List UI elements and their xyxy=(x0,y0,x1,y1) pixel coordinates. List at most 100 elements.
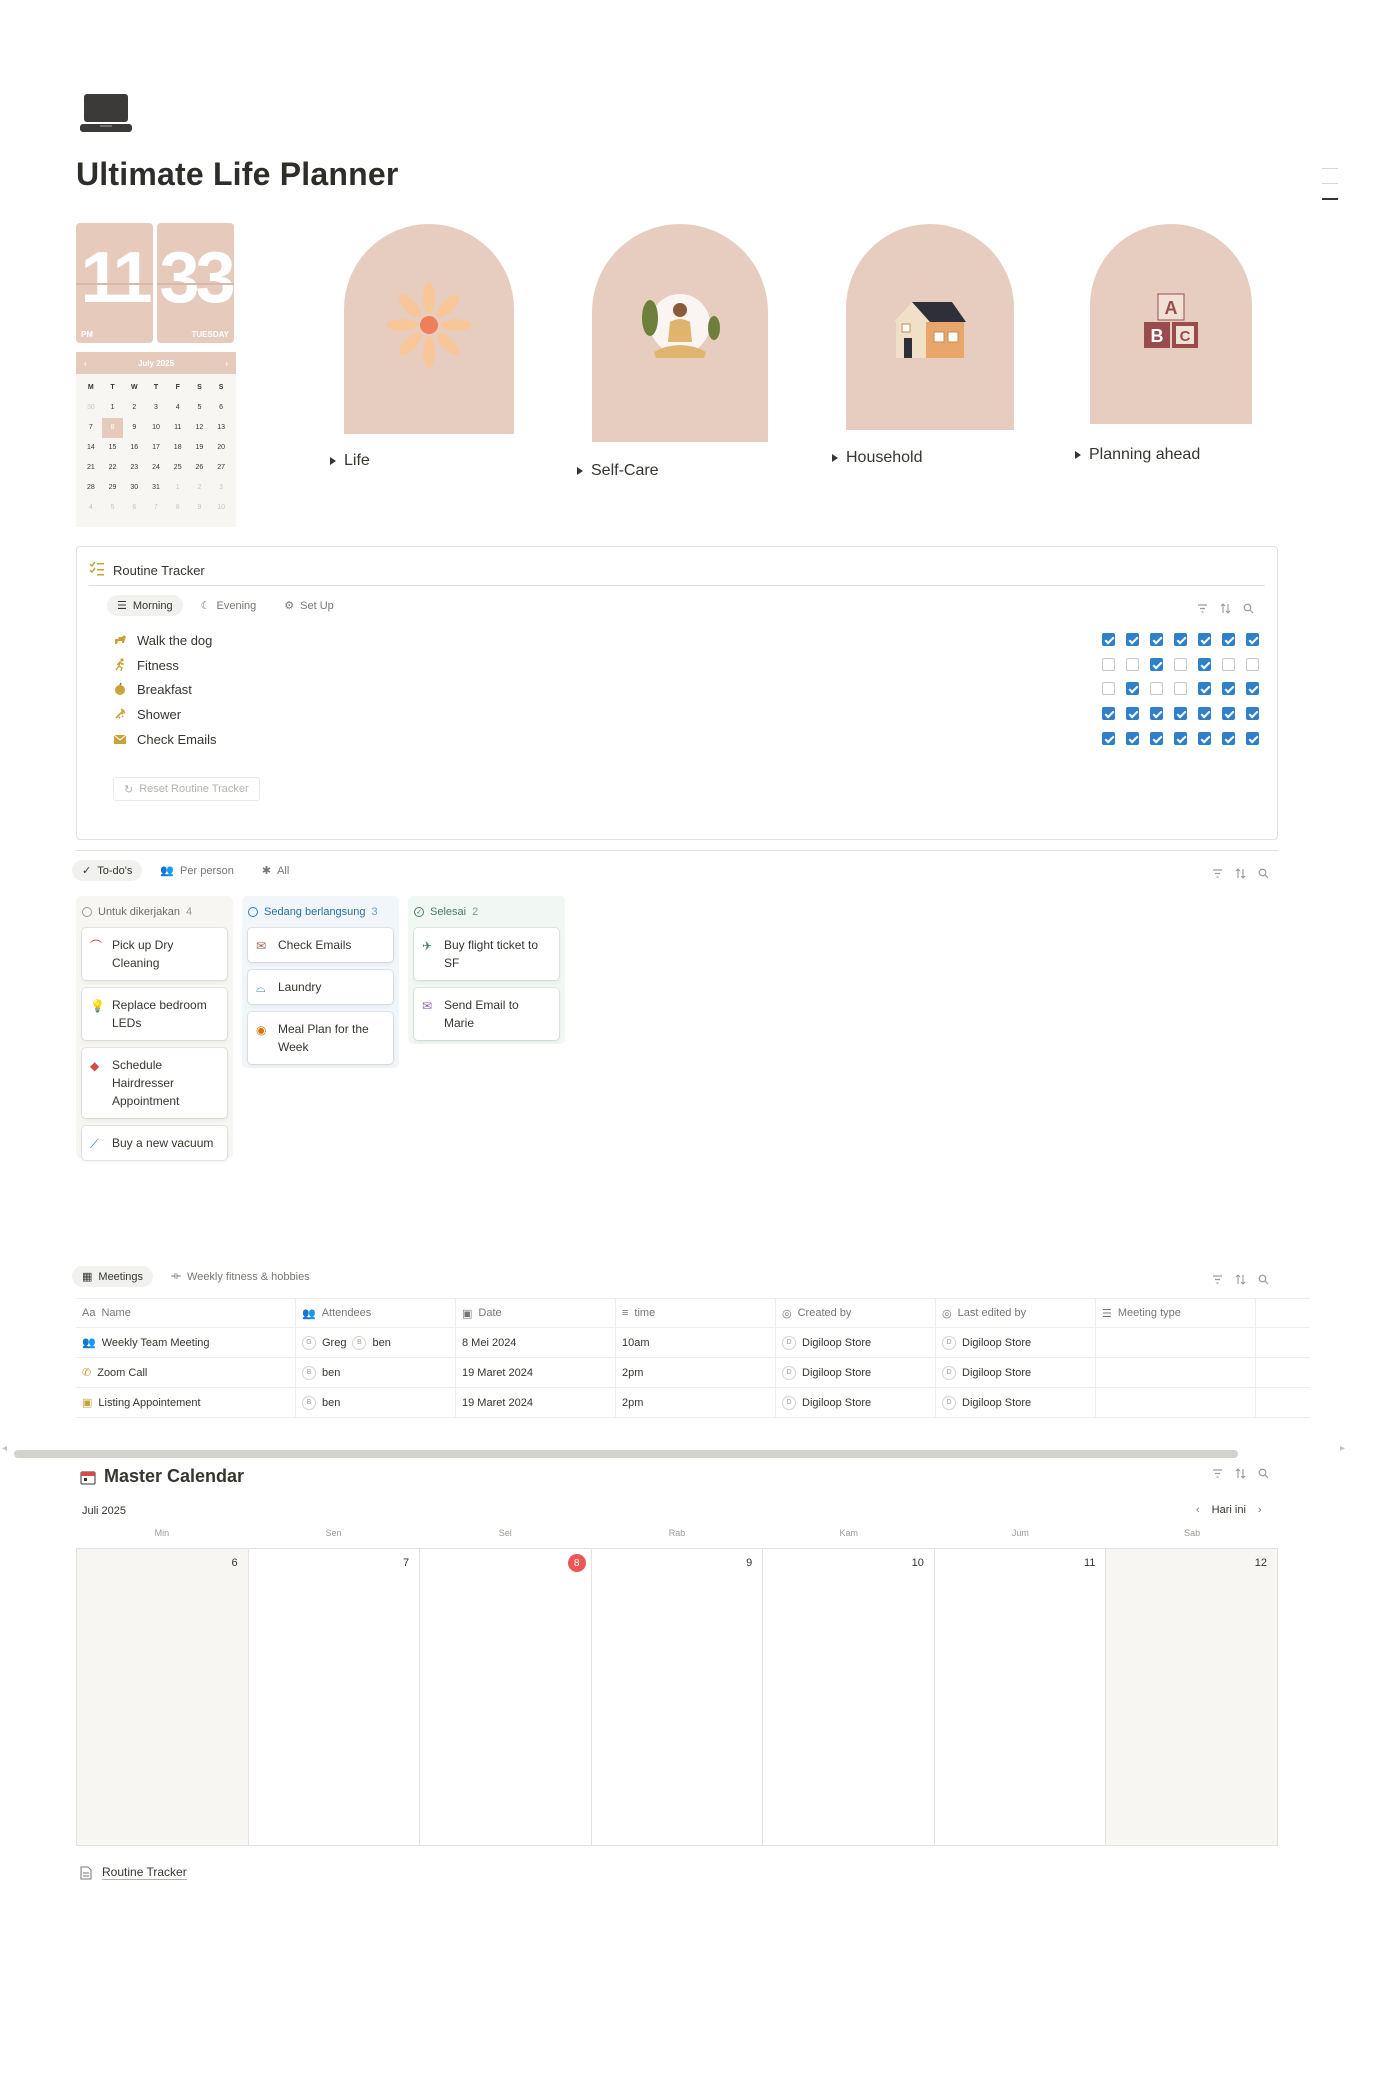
routine-checkbox[interactable] xyxy=(1198,633,1211,646)
planning-ahead-card[interactable]: A B C xyxy=(1090,224,1252,424)
routine-checkbox[interactable] xyxy=(1126,707,1139,720)
routine-checkbox[interactable] xyxy=(1102,658,1115,671)
routine-checkbox[interactable] xyxy=(1150,732,1163,745)
tab-weekly-fitness[interactable]: ⟛ Weekly fitness & hobbies xyxy=(161,1266,320,1287)
minical-day[interactable]: 28 xyxy=(80,478,102,498)
minical-day[interactable]: 17 xyxy=(145,438,167,458)
routine-checkbox[interactable] xyxy=(1246,658,1259,671)
todo-card[interactable]: ✈ Buy flight ticket to SF xyxy=(414,928,559,980)
routine-row[interactable]: Breakfast xyxy=(113,679,192,699)
routine-checkbox[interactable] xyxy=(1150,707,1163,720)
minical-day[interactable]: 8 xyxy=(167,498,189,518)
minical-day[interactable]: 22 xyxy=(102,458,124,478)
self-care-card[interactable] xyxy=(592,224,768,442)
section-toggle-self-care[interactable]: Self-Care xyxy=(577,462,659,480)
minical-day[interactable]: 30 xyxy=(123,478,145,498)
minical-day[interactable]: 19 xyxy=(189,438,211,458)
minical-day[interactable]: 3 xyxy=(145,398,167,418)
tab-set-up[interactable]: ⚙ Set Up xyxy=(274,595,344,616)
horizontal-scrollbar[interactable] xyxy=(14,1450,1238,1458)
routine-row[interactable]: Fitness xyxy=(113,655,179,675)
routine-checkbox[interactable] xyxy=(1222,682,1235,695)
routine-checkbox[interactable] xyxy=(1174,682,1187,695)
sort-icon[interactable] xyxy=(1235,1468,1246,1479)
todo-card[interactable]: ✉ Send Email to Marie xyxy=(414,988,559,1040)
minical-day[interactable]: 10 xyxy=(210,498,232,518)
minical-day[interactable]: 21 xyxy=(80,458,102,478)
search-icon[interactable] xyxy=(1243,603,1254,614)
life-card[interactable] xyxy=(344,224,514,434)
search-icon[interactable] xyxy=(1258,868,1269,879)
minical-day[interactable]: 6 xyxy=(123,498,145,518)
routine-checkbox[interactable] xyxy=(1174,732,1187,745)
todo-card[interactable]: ◉ Meal Plan for the Week xyxy=(248,1012,393,1064)
minical-day[interactable]: 7 xyxy=(80,418,102,438)
sort-icon[interactable] xyxy=(1235,1274,1246,1285)
table-row[interactable]: ▣ Listing Appointement Bben 19 Maret 2024… xyxy=(76,1388,1310,1418)
routine-checkbox[interactable] xyxy=(1222,658,1235,671)
chevron-right-icon[interactable]: › xyxy=(1258,1504,1262,1516)
minical-day[interactable]: 9 xyxy=(189,498,211,518)
column-header-date[interactable]: ▣ Date xyxy=(456,1299,616,1327)
table-row[interactable]: ✆ Zoom Call Bben 19 Maret 2024 2pm D Digil… xyxy=(76,1358,1310,1388)
routine-checkbox[interactable] xyxy=(1126,633,1139,646)
minical-day[interactable]: 26 xyxy=(189,458,211,478)
routine-checkbox[interactable] xyxy=(1246,633,1259,646)
minical-day[interactable]: 23 xyxy=(123,458,145,478)
minical-day[interactable]: 12 xyxy=(189,418,211,438)
calendar-day[interactable]: 7 xyxy=(248,1549,421,1846)
minical-day[interactable]: 16 xyxy=(123,438,145,458)
calendar-day-today[interactable]: 8 xyxy=(420,1549,592,1846)
routine-checkbox[interactable] xyxy=(1102,707,1115,720)
calendar-day[interactable]: 10 xyxy=(763,1549,935,1846)
routine-checkbox[interactable] xyxy=(1102,732,1115,745)
column-header-meeting-type[interactable]: ☰ Meeting type xyxy=(1096,1299,1256,1327)
routine-checkbox[interactable] xyxy=(1102,633,1115,646)
routine-checkbox[interactable] xyxy=(1174,633,1187,646)
routine-checkbox[interactable] xyxy=(1126,732,1139,745)
household-card[interactable] xyxy=(846,224,1014,430)
routine-checkbox[interactable] xyxy=(1126,682,1139,695)
routine-checkbox[interactable] xyxy=(1246,682,1259,695)
sort-icon[interactable] xyxy=(1220,603,1231,614)
routine-checkbox[interactable] xyxy=(1174,707,1187,720)
routine-checkbox[interactable] xyxy=(1198,707,1211,720)
search-icon[interactable] xyxy=(1258,1468,1269,1479)
minical-day[interactable]: 25 xyxy=(167,458,189,478)
column-header-time[interactable]: ≡ time xyxy=(616,1299,776,1327)
minical-day[interactable]: 8 xyxy=(101,418,124,438)
scroll-right-icon[interactable]: ▸ xyxy=(1340,1443,1345,1454)
todo-card[interactable]: ◆ Schedule Hairdresser Appointment xyxy=(82,1048,227,1118)
routine-checkbox[interactable] xyxy=(1222,732,1235,745)
minical-day[interactable]: 9 xyxy=(123,418,145,438)
routine-checkbox[interactable] xyxy=(1150,682,1163,695)
minical-day[interactable]: 14 xyxy=(80,438,102,458)
section-toggle-life[interactable]: Life xyxy=(330,452,370,470)
prev-month-icon[interactable]: ‹ xyxy=(84,359,87,368)
column-header-attendees[interactable]: 👥 Attendees xyxy=(296,1299,456,1327)
todo-card[interactable]: ⌒ Pick up Dry Cleaning xyxy=(82,928,227,980)
minical-day[interactable]: 7 xyxy=(145,498,167,518)
calendar-day[interactable]: 11 xyxy=(934,1549,1107,1846)
routine-checkbox[interactable] xyxy=(1150,633,1163,646)
tab-per-person[interactable]: 👥 Per person xyxy=(150,860,244,881)
filter-icon[interactable] xyxy=(1197,603,1208,614)
routine-checkbox[interactable] xyxy=(1174,658,1187,671)
tab-morning[interactable]: ☰ Morning xyxy=(107,595,183,616)
next-month-icon[interactable]: › xyxy=(225,359,228,368)
calendar-day[interactable]: 6 xyxy=(77,1549,249,1846)
minical-day[interactable]: 31 xyxy=(145,478,167,498)
calendar-day[interactable]: 12 xyxy=(1106,1549,1278,1846)
tab-meetings[interactable]: ▦ Meetings xyxy=(72,1266,154,1287)
minical-day[interactable]: 18 xyxy=(167,438,189,458)
minical-day[interactable]: 1 xyxy=(167,478,189,498)
minical-day[interactable]: 29 xyxy=(102,478,124,498)
minical-day[interactable]: 5 xyxy=(102,498,124,518)
section-toggle-household[interactable]: Household xyxy=(832,449,923,467)
filter-icon[interactable] xyxy=(1212,1468,1223,1479)
column-header-last-edited-by[interactable]: ◎ Last edited by xyxy=(936,1299,1096,1327)
routine-checkbox[interactable] xyxy=(1246,732,1259,745)
table-of-contents[interactable] xyxy=(1322,168,1338,214)
minical-day[interactable]: 4 xyxy=(80,498,102,518)
routine-row[interactable]: Shower xyxy=(113,704,181,724)
